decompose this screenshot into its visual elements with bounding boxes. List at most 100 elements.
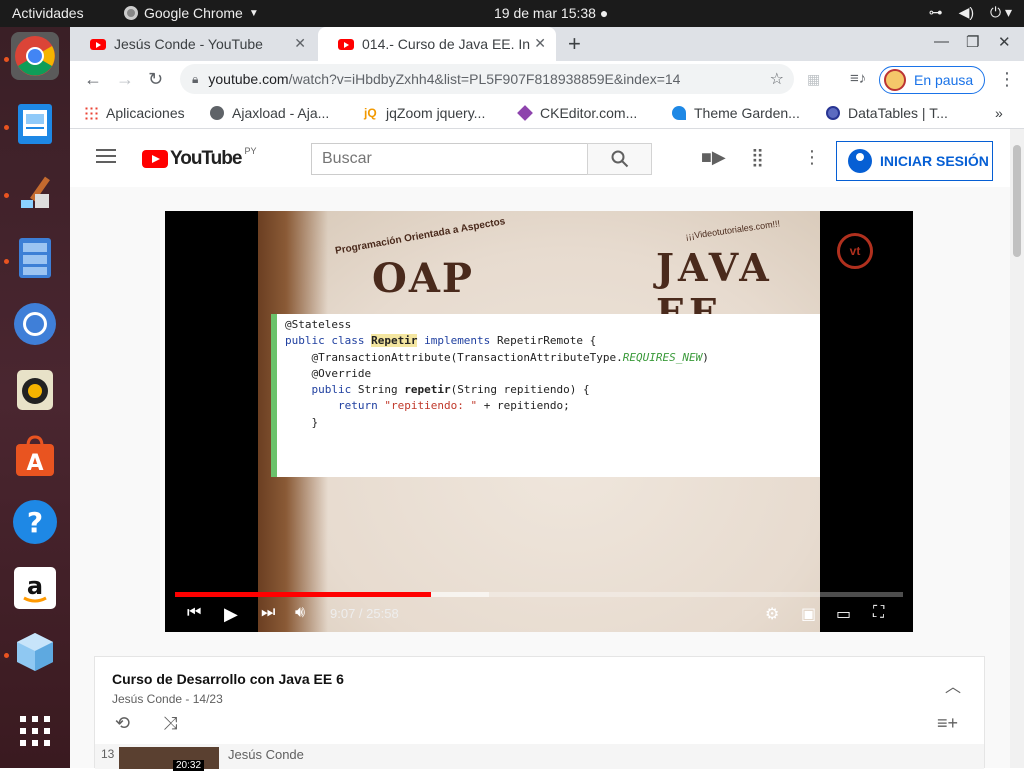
app-menu[interactable]: Google Chrome ▼ [124,5,259,21]
code-snippet: @Stateless public class Repetir implement… [271,314,820,477]
create-video-icon[interactable]: ■▶ [701,147,726,168]
next-icon[interactable]: ⏭ [261,604,275,622]
profile-button[interactable]: En pausa [879,66,985,94]
playlist-panel: Curso de Desarrollo con Java EE 6 Jesús … [94,656,985,771]
bookmarks-overflow-button[interactable]: » [995,105,1003,121]
bookmark-apps[interactable]: Aplicaciones [84,105,185,121]
url-path: /watch?v=iHbdbyZxhh4&list=PL5F907F818938… [288,71,681,87]
help-icon: ? [13,500,57,544]
virtualbox-cube-icon [17,633,53,671]
new-tab-button[interactable]: + [568,31,581,57]
shuffle-icon[interactable]: ⤨ [163,713,177,734]
bookmark-ajaxload[interactable]: Ajaxload - Aja... [210,105,329,121]
power-icon[interactable]: ⏻ ▾ [990,4,1012,21]
search-input[interactable] [311,143,588,175]
dock-software-center[interactable]: A [11,432,59,480]
bookmarks-bar: Aplicaciones Ajaxload - Aja... jQ jqZoom… [70,99,1024,129]
activities-button[interactable]: Actividades [12,5,84,21]
dock-amazon[interactable]: a [11,564,59,612]
fullscreen-icon[interactable]: ⛶ [873,604,884,622]
avatar [884,69,906,91]
dock-help[interactable]: ? [11,498,59,546]
bookmark-datatables[interactable]: DataTables | T... [826,105,948,121]
back-button[interactable]: ← [84,69,102,90]
video-player[interactable]: Programación Orientada a Aspectos OAP ¡¡… [165,211,913,632]
add-to-playlist-icon[interactable]: ≡+ [937,713,958,734]
system-top-bar: Actividades Google Chrome ▼ 19 de mar 15… [0,0,1024,27]
tab-jesus-conde[interactable]: Jesús Conde - YouTube ✕ [70,27,316,61]
bookmark-theme-garden[interactable]: Theme Garden... [672,105,800,121]
chromium-icon [14,303,56,345]
channel-watermark-logo[interactable]: vt [837,233,873,269]
close-icon[interactable]: ✕ [294,35,306,52]
network-icon[interactable]: ⊶ [929,4,943,21]
page-scrollbar[interactable] [1010,129,1024,768]
speaker-icon [17,370,53,410]
youtube-page: YouTube PY ■▶ ⣿ ⋮ INICIAR SESIÓN Program… [70,129,1010,771]
app-menu-label: Google Chrome [144,5,243,21]
bookmark-jqzoom[interactable]: jQ jqZoom jquery... [364,105,485,121]
tab-java-ee[interactable]: 014.- Curso de Java EE. Int ✕ [318,27,556,61]
previous-icon[interactable]: ⏮ [187,604,201,622]
settings-gear-icon[interactable]: ⚙ [765,604,779,624]
menu-icon[interactable] [96,149,116,163]
media-queue-icon[interactable]: ≡♪ [850,70,866,87]
progress-bar[interactable] [175,592,903,597]
dock-rhythmbox[interactable] [11,366,59,414]
bookmark-ckeditor[interactable]: CKEditor.com... [517,105,638,121]
sign-in-button[interactable]: INICIAR SESIÓN [836,141,993,181]
dock-file-cabinet[interactable] [11,234,59,282]
minimize-button[interactable]: — [934,33,949,50]
window-close-button[interactable]: ✕ [998,33,1011,51]
url-host: youtube.com [208,71,289,87]
volume-icon[interactable]: 🔊︎ [295,604,305,622]
search-button[interactable] [587,143,652,175]
restore-button[interactable]: ❐ [966,33,979,51]
address-bar[interactable]: 🔒︎ youtube.com/watch?v=iHbdbyZxhh4&list=… [180,64,794,94]
system-tray[interactable]: ⊶ ◀) ⏻ ▾ [929,4,1012,21]
paint-brush-icon [21,176,50,208]
close-icon[interactable]: ✕ [534,35,546,52]
youtube-play-icon [142,150,168,168]
dock-chromium[interactable] [11,300,59,348]
theater-mode-icon[interactable]: ▭ [836,604,851,624]
svg-text:a: a [27,572,43,600]
youtube-logo[interactable]: YouTube PY [142,146,256,170]
playlist-row[interactable]: 13 20:32 Jesús Conde [95,744,984,771]
datatables-icon [826,106,840,120]
dock-chrome[interactable] [11,32,59,80]
dock-virtualbox[interactable] [11,628,59,676]
chrome-window: Jesús Conde - YouTube ✕ 014.- Curso de J… [70,27,1024,771]
miniplayer-icon[interactable]: ▣ [801,604,816,624]
chevron-up-icon[interactable]: ︿ [945,673,961,697]
code-line: @Stateless [285,318,352,331]
chrome-menu-icon[interactable]: ⋮ [998,69,1016,90]
clock[interactable]: 19 de mar 15:38 ● [494,5,608,21]
playlist-author[interactable]: Jesús Conde [112,692,182,706]
reload-button[interactable]: ↻ [148,69,163,90]
code-line: } [285,415,319,429]
user-icon [848,149,872,173]
jq-icon: jQ [364,106,377,120]
amazon-icon: a [14,567,56,609]
show-applications-button[interactable] [11,707,59,755]
forward-button[interactable]: → [116,69,134,90]
lock-icon[interactable]: 🔒︎ [192,72,198,87]
scrollbar-thumb[interactable] [1013,145,1021,257]
bookmark-label: CKEditor.com... [540,105,638,121]
code-line: @TransactionAttribute(TransactionAttribu… [285,350,709,364]
svg-text:?: ? [27,506,43,539]
play-icon[interactable]: ▶ [224,604,238,625]
running-indicator [4,193,9,198]
settings-menu-icon[interactable]: ⋮ [803,147,821,168]
playlist-subtitle: Jesús Conde - 14/23 [112,692,223,706]
playlist-title[interactable]: Curso de Desarrollo con Java EE 6 [112,671,344,687]
volume-icon[interactable]: ◀) [959,4,974,21]
loop-icon[interactable]: ⟲ [115,713,130,734]
extension-icon[interactable]: ▦ [807,71,820,88]
apps-grid-icon[interactable]: ⣿ [751,147,764,168]
dock-paint[interactable] [11,168,59,216]
dock-document-viewer[interactable] [11,100,59,148]
tab-title: 014.- Curso de Java EE. Int [362,36,530,52]
bookmark-star-icon[interactable]: ☆ [770,69,784,89]
